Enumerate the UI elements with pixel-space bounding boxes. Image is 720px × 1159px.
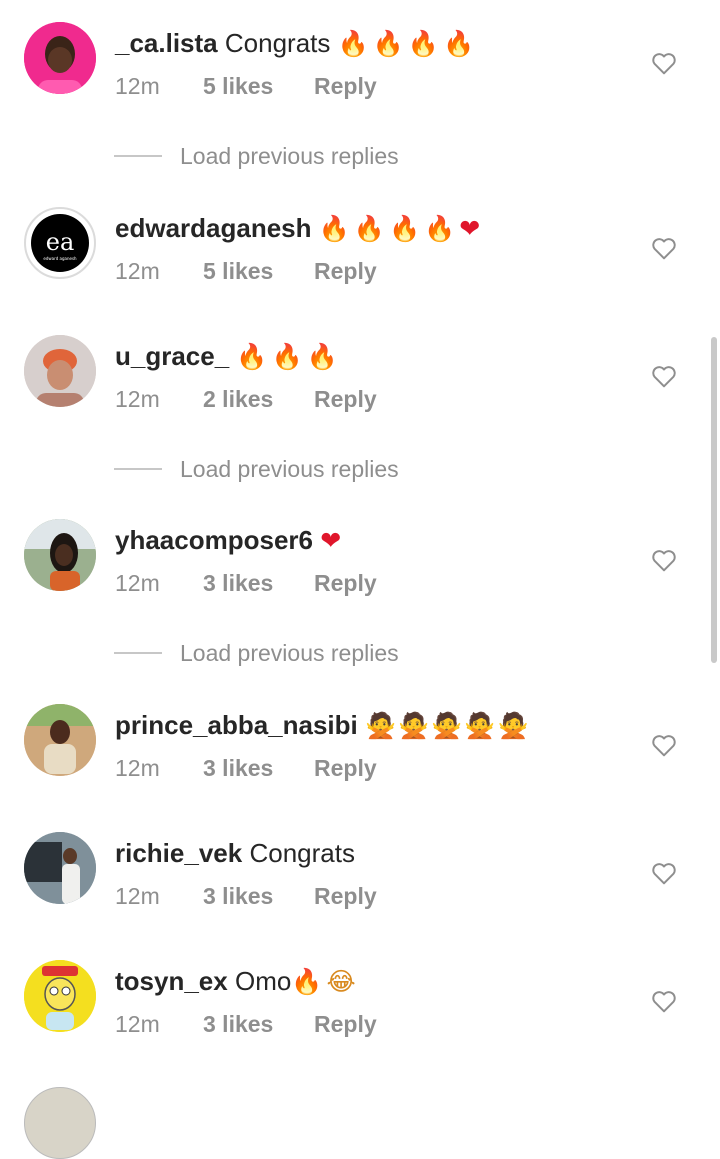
avatar[interactable] xyxy=(24,960,96,1032)
avatar[interactable] xyxy=(24,704,96,776)
comment-meta: 12m 5 likes Reply xyxy=(115,70,377,102)
comment-body: yhaacomposer6 ❤ xyxy=(115,523,345,557)
divider xyxy=(114,651,162,654)
scrollbar[interactable] xyxy=(711,337,717,663)
reply-button[interactable]: Reply xyxy=(314,880,377,912)
comment-item: richie_vek Congrats 12m 3 likes Reply xyxy=(0,809,720,909)
load-replies-label: Load previous replies xyxy=(180,143,399,169)
comment-body: u_grace_ 🔥🔥🔥 xyxy=(115,339,342,373)
comment-item: u_grace_ 🔥🔥🔥 12m 2 likes Reply xyxy=(0,312,720,412)
divider xyxy=(114,467,162,470)
comment-meta: 12m 3 likes Reply xyxy=(115,752,377,784)
like-heart-icon[interactable] xyxy=(651,548,677,572)
avatar[interactable] xyxy=(24,22,96,94)
username[interactable]: tosyn_ex xyxy=(115,966,228,996)
timestamp: 12m xyxy=(115,73,160,99)
likes-count[interactable]: 3 likes xyxy=(203,880,314,912)
avatar[interactable] xyxy=(24,1087,96,1159)
comment-meta: 12m 3 likes Reply xyxy=(115,880,377,912)
avatar[interactable]: ea edward aganesh xyxy=(24,207,96,279)
timestamp: 12m xyxy=(115,386,160,412)
heart-emoji: ❤ xyxy=(320,526,346,555)
like-heart-icon[interactable] xyxy=(651,236,677,260)
like-heart-icon[interactable] xyxy=(651,989,677,1013)
reply-button[interactable]: Reply xyxy=(314,752,377,784)
comment-body: edwardaganesh 🔥🔥🔥🔥❤ xyxy=(115,211,484,245)
username[interactable]: yhaacomposer6 xyxy=(115,525,313,555)
username[interactable]: prince_abba_nasibi xyxy=(115,710,358,740)
like-heart-icon[interactable] xyxy=(651,364,677,388)
reply-button[interactable]: Reply xyxy=(314,383,377,415)
avatar-logo-subtext: edward aganesh xyxy=(43,256,77,261)
load-replies-label: Load previous replies xyxy=(180,640,399,666)
username[interactable]: richie_vek xyxy=(115,838,242,868)
comment-body: prince_abba_nasibi 🙅🙅🙅🙅🙅 xyxy=(115,708,531,742)
reply-button[interactable]: Reply xyxy=(314,70,377,102)
comment-body: _ca.lista Congrats 🔥🔥🔥🔥 xyxy=(115,26,478,60)
likes-count[interactable]: 5 likes xyxy=(203,255,314,287)
fire-emoji: 🔥 xyxy=(291,967,327,996)
comment-text: Congrats xyxy=(224,28,331,58)
load-previous-replies[interactable]: Load previous replies xyxy=(114,638,399,668)
comment-meta: 12m 3 likes Reply xyxy=(115,1008,377,1040)
timestamp: 12m xyxy=(115,258,160,284)
gesture-emoji: 🙅🙅🙅🙅🙅 xyxy=(365,711,531,740)
comment-meta: 12m 5 likes Reply xyxy=(115,255,377,287)
likes-count[interactable]: 3 likes xyxy=(203,567,314,599)
reply-button[interactable]: Reply xyxy=(314,255,377,287)
divider xyxy=(114,154,162,157)
comment-item: tosyn_ex Omo🔥😂 12m 3 likes Reply xyxy=(0,937,720,1037)
comment-item: yhaacomposer6 ❤ 12m 3 likes Reply xyxy=(0,496,720,596)
load-replies-label: Load previous replies xyxy=(180,456,399,482)
comment-item: prince_abba_nasibi 🙅🙅🙅🙅🙅 12m 3 likes Reply xyxy=(0,681,720,781)
reply-button[interactable]: Reply xyxy=(314,1008,377,1040)
timestamp: 12m xyxy=(115,755,160,781)
avatar[interactable] xyxy=(24,832,96,904)
load-previous-replies[interactable]: Load previous replies xyxy=(114,454,399,484)
comment-item: _ca.lista Congrats 🔥🔥🔥🔥 12m 5 likes Reply xyxy=(0,0,720,100)
avatar[interactable] xyxy=(24,335,96,407)
timestamp: 12m xyxy=(115,883,160,909)
comment-item: ea edward aganesh edwardaganesh 🔥🔥🔥🔥❤ 12… xyxy=(0,184,720,284)
timestamp: 12m xyxy=(115,1011,160,1037)
comment-text: Congrats xyxy=(249,838,355,868)
avatar-logo-text: ea xyxy=(46,228,75,256)
heart-emoji: ❤ xyxy=(459,214,485,243)
comment-text: Omo xyxy=(234,966,292,996)
comment-meta: 12m 2 likes Reply xyxy=(115,383,377,415)
fire-emoji: 🔥🔥🔥 xyxy=(236,342,342,371)
fire-emoji: 🔥🔥🔥🔥 xyxy=(318,214,460,243)
like-heart-icon[interactable] xyxy=(651,51,677,75)
likes-count[interactable]: 5 likes xyxy=(203,70,314,102)
like-heart-icon[interactable] xyxy=(651,733,677,757)
comment-body: richie_vek Congrats xyxy=(115,836,355,870)
username[interactable]: _ca.lista xyxy=(115,28,218,58)
avatar[interactable] xyxy=(24,519,96,591)
comment-body: tosyn_ex Omo🔥😂 xyxy=(115,964,360,998)
likes-count[interactable]: 3 likes xyxy=(203,752,314,784)
fire-emoji: 🔥🔥🔥🔥 xyxy=(337,29,479,58)
username[interactable]: edwardaganesh xyxy=(115,213,312,243)
username[interactable]: u_grace_ xyxy=(115,341,229,371)
like-heart-icon[interactable] xyxy=(651,861,677,885)
likes-count[interactable]: 2 likes xyxy=(203,383,314,415)
comment-meta: 12m 3 likes Reply xyxy=(115,567,377,599)
likes-count[interactable]: 3 likes xyxy=(203,1008,314,1040)
laughing-emoji: 😂 xyxy=(326,967,360,996)
reply-button[interactable]: Reply xyxy=(314,567,377,599)
load-previous-replies[interactable]: Load previous replies xyxy=(114,141,399,171)
timestamp: 12m xyxy=(115,570,160,596)
